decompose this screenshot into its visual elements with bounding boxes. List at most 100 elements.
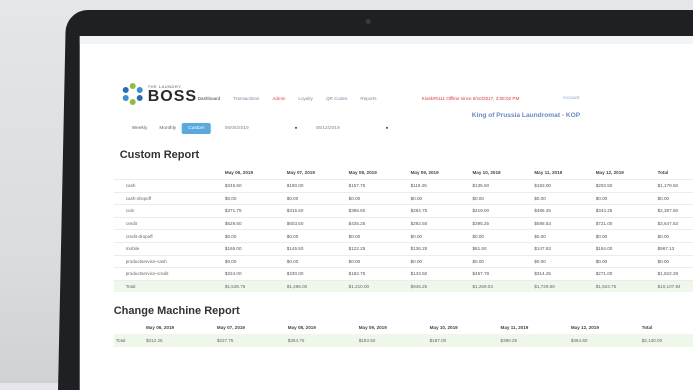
cell-value: $0.00 bbox=[593, 192, 656, 205]
custom-report-table: May 06, 2019 May 07, 2019 May 08, 2019 M… bbox=[113, 166, 693, 293]
cell-value: $354.75 bbox=[285, 334, 357, 347]
table-header-row: May 06, 2019 May 07, 2019 May 08, 2019 M… bbox=[114, 166, 693, 180]
cell-value: $457.78 bbox=[470, 267, 533, 281]
cell-value: $0.00 bbox=[470, 229, 533, 243]
column-header: May 12, 2019 bbox=[595, 170, 624, 175]
custom-report-title: Custom Report bbox=[119, 149, 200, 161]
cell-value: $2,387.50 bbox=[655, 204, 693, 218]
end-date-input[interactable]: 05/12/2019 bbox=[316, 126, 370, 131]
cell-value: $0.00 bbox=[346, 255, 409, 268]
column-header: May 08, 2019 bbox=[287, 325, 316, 330]
date-filters: Weekly Monthly Custom 05/06/2019 ▪ 05/12… bbox=[126, 123, 393, 134]
logo-big-text: BOSS bbox=[147, 88, 198, 105]
cell-value: $464.50 bbox=[568, 334, 640, 347]
cell-value: $314.25 bbox=[532, 267, 594, 281]
cell-value: $315.50 bbox=[284, 204, 347, 218]
cell-value: $0.00 bbox=[655, 229, 693, 243]
cell-value: $292.50 bbox=[408, 217, 471, 230]
cell-value: $0.00 bbox=[284, 255, 347, 268]
cell-value: $529.50 bbox=[222, 217, 285, 230]
cell-value: $0.00 bbox=[655, 192, 693, 205]
cell-value: $603.50 bbox=[284, 217, 347, 230]
cell-value: $135.50 bbox=[470, 179, 533, 193]
cell-value: $0.00 bbox=[222, 229, 285, 243]
cell-value: $1,822.28 bbox=[655, 267, 693, 281]
cell-value: $143.50 bbox=[408, 267, 471, 281]
cell-value: $486.25 bbox=[532, 204, 594, 218]
cell-value: $435.25 bbox=[346, 217, 409, 230]
custom-button[interactable]: Custom bbox=[182, 123, 211, 134]
column-header: May 09, 2019 bbox=[410, 170, 439, 175]
row-label: Total bbox=[113, 334, 144, 347]
calendar-icon[interactable]: ▪ bbox=[295, 125, 302, 132]
cell-value: $271.00 bbox=[593, 267, 656, 281]
start-date-input[interactable]: 05/06/2019 bbox=[225, 126, 279, 131]
column-header: May 11, 2019 bbox=[534, 170, 563, 175]
change-machine-table: May 06, 2019 May 07, 2019 May 08, 2019 M… bbox=[113, 321, 693, 347]
cell-value: $184.00 bbox=[593, 242, 656, 256]
column-header: Total bbox=[641, 325, 653, 330]
cell-value: $182.75 bbox=[346, 267, 409, 281]
table-row: mobile $166.00 $145.50 $122.25 $136.25 $61.50… bbox=[113, 242, 693, 256]
cell-value: $0.00 bbox=[470, 255, 533, 268]
row-label: cash bbox=[113, 179, 223, 193]
cell-value: $0.00 bbox=[408, 192, 471, 205]
cell-value: $166.00 bbox=[222, 242, 285, 256]
cell-value: $945.25 bbox=[408, 280, 471, 293]
cell-value: $0.00 bbox=[655, 255, 693, 268]
cell-value: $245.50 bbox=[222, 179, 285, 193]
location-title: King of Prussia Laundromat - KOP bbox=[471, 112, 581, 119]
cell-value: $0.00 bbox=[408, 255, 471, 268]
change-machine-report-title: Change Machine Report bbox=[113, 305, 240, 317]
nav-qr-codes[interactable]: QR Codes bbox=[326, 96, 347, 101]
screen: THE LAUNDRY BOSS Dashboard Transactions … bbox=[79, 36, 693, 390]
table-row: cash $245.50 $180.00 $157.75 $119.25 $135.50 $… bbox=[113, 179, 693, 193]
weekly-button[interactable]: Weekly bbox=[126, 123, 154, 134]
cell-value: $224.00 bbox=[222, 267, 285, 281]
cell-value: $157.75 bbox=[346, 179, 409, 193]
cell-value: $344.25 bbox=[593, 204, 656, 218]
laptop-bezel: THE LAUNDRY BOSS Dashboard Transactions … bbox=[58, 10, 693, 390]
nav-dashboard[interactable]: Dashboard bbox=[198, 96, 220, 101]
nav-reports[interactable]: Reports bbox=[360, 96, 376, 101]
column-header: May 07, 2019 bbox=[216, 325, 245, 330]
column-header: May 06, 2019 bbox=[145, 325, 175, 330]
cell-value: $1,466.00 bbox=[284, 280, 347, 293]
cell-value: $0.00 bbox=[284, 192, 347, 205]
cell-value: $0.00 bbox=[222, 255, 285, 268]
cell-value: $122.25 bbox=[346, 242, 409, 256]
table-row: credit $529.50 $603.50 $435.25 $292.50 $395.2… bbox=[113, 217, 693, 230]
cell-value: $312.25 bbox=[143, 334, 215, 347]
nav-loyalty[interactable]: Loyalty bbox=[298, 96, 313, 101]
nav-transactions[interactable]: Transactions bbox=[233, 96, 259, 101]
cell-value: $2,130.00 bbox=[639, 334, 693, 347]
cell-value: $1,923.75 bbox=[593, 280, 656, 293]
cell-value: $366.50 bbox=[346, 204, 409, 218]
cell-value: $180.00 bbox=[284, 179, 347, 193]
column-header bbox=[114, 321, 144, 334]
cell-value: $390.25 bbox=[498, 334, 569, 347]
cell-value: $1,536.75 bbox=[222, 280, 285, 293]
logo-dots-icon bbox=[122, 83, 144, 105]
row-label: productservice-cash bbox=[113, 255, 223, 268]
cell-value: $0.00 bbox=[532, 229, 594, 243]
column-header: Total bbox=[657, 170, 669, 175]
cell-value: $136.25 bbox=[408, 242, 471, 256]
brand-logo[interactable]: THE LAUNDRY BOSS bbox=[122, 83, 197, 105]
cell-value: $0.00 bbox=[284, 229, 347, 243]
cell-value: $0.00 bbox=[346, 192, 409, 205]
cell-value: $203.50 bbox=[593, 179, 656, 193]
cell-value: $145.50 bbox=[284, 242, 347, 256]
cell-value: $183.00 bbox=[532, 179, 594, 193]
calendar-icon[interactable]: ▪ bbox=[386, 125, 393, 132]
cell-value: $0.00 bbox=[532, 192, 594, 205]
nav-admin[interactable]: Admin bbox=[272, 96, 285, 101]
cell-value: $395.25 bbox=[470, 217, 533, 230]
account-link[interactable]: Account bbox=[563, 95, 580, 100]
cell-value: $1,210.00 bbox=[346, 280, 409, 293]
cell-value: $187.00 bbox=[427, 334, 499, 347]
monthly-button[interactable]: Monthly bbox=[153, 123, 182, 134]
table-row: productservice-credit $224.00 $230.00 $182.… bbox=[113, 267, 693, 281]
column-header: May 07, 2019 bbox=[286, 170, 315, 175]
cell-value: $371.75 bbox=[222, 204, 285, 218]
